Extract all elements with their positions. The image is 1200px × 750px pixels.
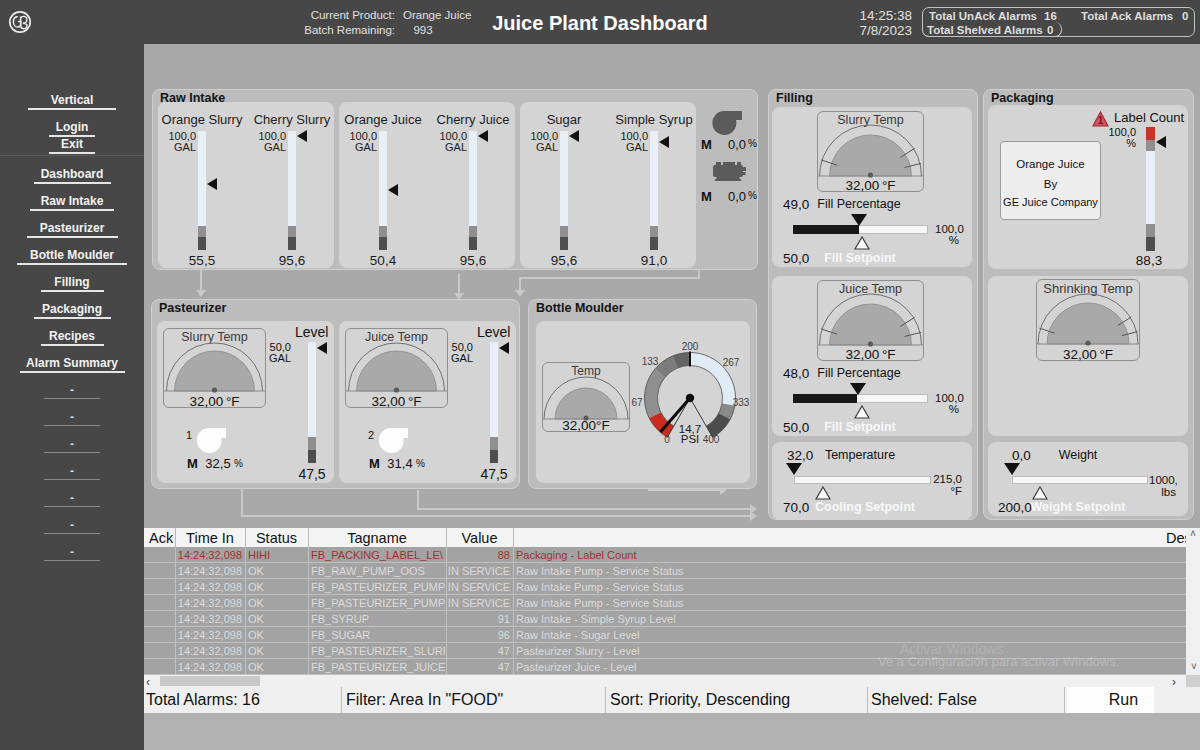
svg-text:1: 1 [1098, 115, 1104, 126]
